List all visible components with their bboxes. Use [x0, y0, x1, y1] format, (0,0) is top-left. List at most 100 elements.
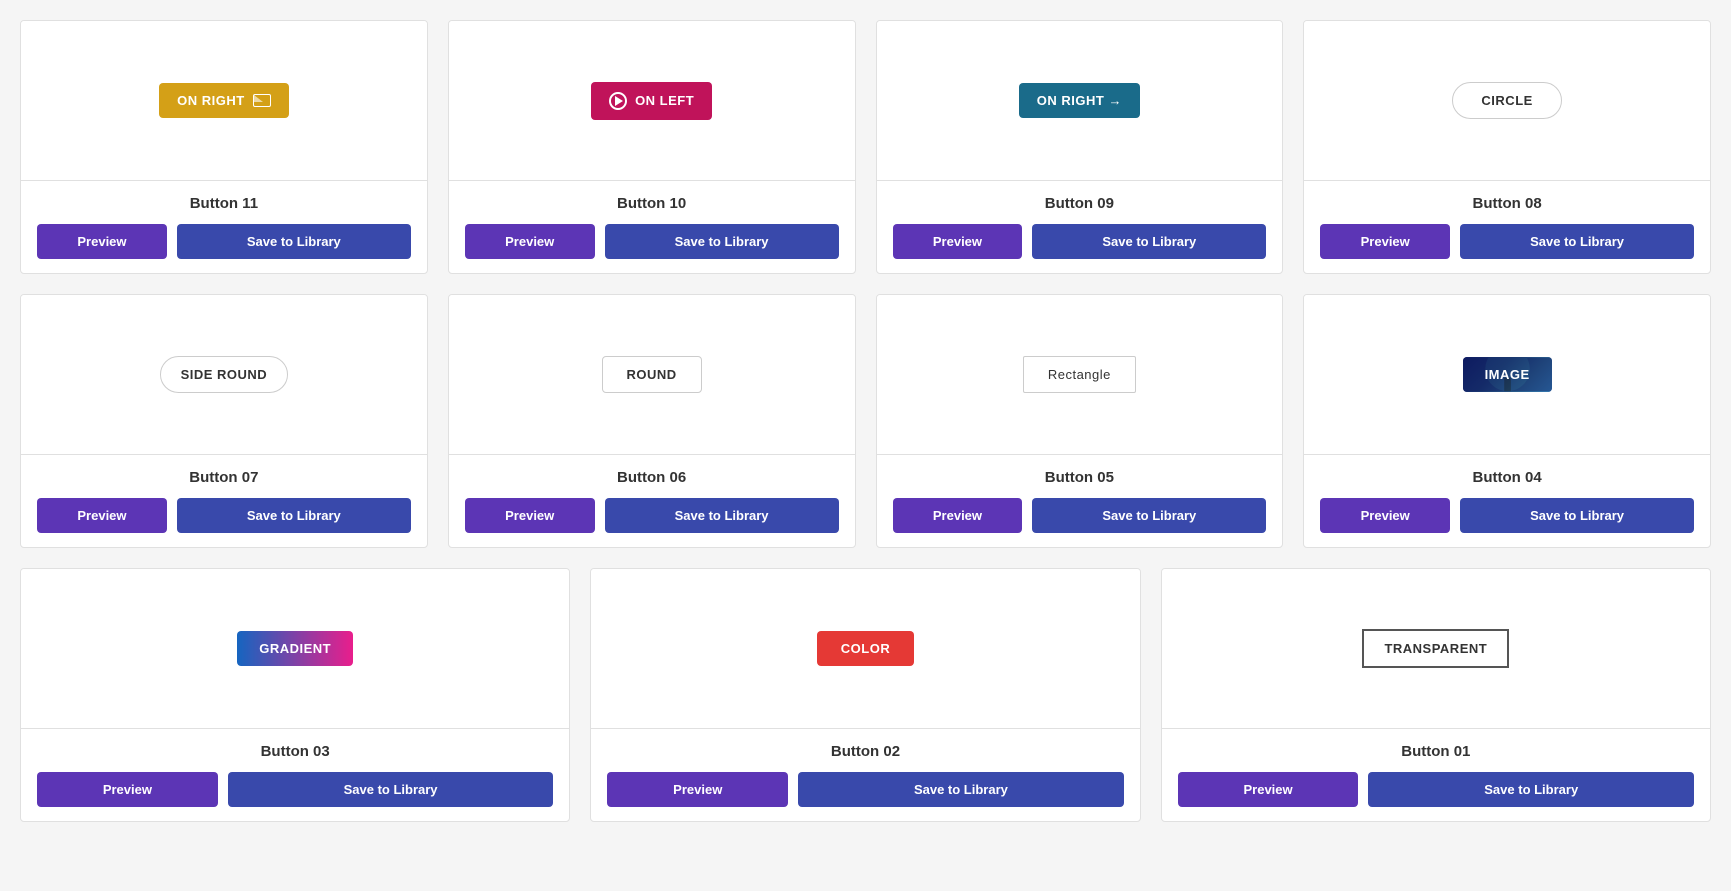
preview-btn07: SIDE ROUND	[21, 295, 427, 455]
card-footer-btn04: Button 04 Preview Save to Library	[1304, 455, 1710, 547]
transparent-label: TRANSPARENT	[1384, 641, 1487, 656]
on-left-label: ON LEFT	[635, 93, 694, 108]
save-button-btn10[interactable]: Save to Library	[605, 224, 839, 259]
card-btn08: CIRCLE Button 08 Preview Save to Library	[1303, 20, 1711, 274]
demo-button-round: ROUND	[602, 356, 702, 393]
card-title-btn09: Button 09	[893, 195, 1267, 212]
card-footer-btn02: Button 02 Preview Save to Library	[591, 729, 1139, 821]
card-footer-btn03: Button 03 Preview Save to Library	[21, 729, 569, 821]
play-circle-icon	[609, 92, 627, 110]
row3: GRADIENT Button 03 Preview Save to Libra…	[20, 568, 1711, 822]
demo-button-side-round: SIDE ROUND	[160, 356, 289, 393]
demo-button-transparent: TRANSPARENT	[1362, 629, 1509, 668]
preview-btn01: TRANSPARENT	[1162, 569, 1710, 729]
on-right-label: ON RIGHT	[177, 93, 245, 108]
card-actions-btn07: Preview Save to Library	[37, 498, 411, 533]
card-actions-btn09: Preview Save to Library	[893, 224, 1267, 259]
save-button-btn03[interactable]: Save to Library	[228, 772, 554, 807]
card-title-btn02: Button 02	[607, 743, 1123, 760]
side-round-label: SIDE ROUND	[181, 367, 268, 382]
preview-button-btn03[interactable]: Preview	[37, 772, 218, 807]
preview-button-btn04[interactable]: Preview	[1320, 498, 1450, 533]
preview-btn06: ROUND	[449, 295, 855, 455]
save-button-btn11[interactable]: Save to Library	[177, 224, 411, 259]
demo-button-on-right: ON RIGHT	[159, 83, 289, 118]
preview-btn08: CIRCLE	[1304, 21, 1710, 181]
save-button-btn09[interactable]: Save to Library	[1032, 224, 1266, 259]
card-actions-btn08: Preview Save to Library	[1320, 224, 1694, 259]
preview-button-btn10[interactable]: Preview	[465, 224, 595, 259]
envelope-icon	[253, 94, 271, 107]
preview-button-btn02[interactable]: Preview	[607, 772, 788, 807]
card-btn04: IMAGE Button 04 Preview Save to Library	[1303, 294, 1711, 548]
preview-btn02: COLOR	[591, 569, 1139, 729]
demo-button-image: IMAGE	[1463, 357, 1552, 392]
on-right-arrow-label: ON RIGHT →	[1037, 93, 1122, 108]
card-actions-btn05: Preview Save to Library	[893, 498, 1267, 533]
card-title-btn01: Button 01	[1178, 743, 1694, 760]
preview-button-btn01[interactable]: Preview	[1178, 772, 1359, 807]
preview-button-btn07[interactable]: Preview	[37, 498, 167, 533]
card-title-btn08: Button 08	[1320, 195, 1694, 212]
card-actions-btn11: Preview Save to Library	[37, 224, 411, 259]
save-button-btn05[interactable]: Save to Library	[1032, 498, 1266, 533]
card-title-btn04: Button 04	[1320, 469, 1694, 486]
card-actions-btn10: Preview Save to Library	[465, 224, 839, 259]
demo-button-on-left: ON LEFT	[591, 82, 712, 120]
card-title-btn10: Button 10	[465, 195, 839, 212]
demo-button-rectangle: Rectangle	[1023, 356, 1136, 393]
card-btn11: ON RIGHT Button 11 Preview Save to Libra…	[20, 20, 428, 274]
save-button-btn02[interactable]: Save to Library	[798, 772, 1124, 807]
card-btn06: ROUND Button 06 Preview Save to Library	[448, 294, 856, 548]
save-button-btn08[interactable]: Save to Library	[1460, 224, 1694, 259]
color-label: COLOR	[841, 641, 890, 656]
card-title-btn11: Button 11	[37, 195, 411, 212]
preview-button-btn06[interactable]: Preview	[465, 498, 595, 533]
save-button-btn01[interactable]: Save to Library	[1368, 772, 1694, 807]
demo-button-gradient: GRADIENT	[237, 631, 353, 666]
preview-btn03: GRADIENT	[21, 569, 569, 729]
play-triangle	[615, 96, 623, 106]
save-button-btn04[interactable]: Save to Library	[1460, 498, 1694, 533]
card-footer-btn10: Button 10 Preview Save to Library	[449, 181, 855, 273]
card-footer-btn05: Button 05 Preview Save to Library	[877, 455, 1283, 547]
card-title-btn07: Button 07	[37, 469, 411, 486]
card-actions-btn02: Preview Save to Library	[607, 772, 1123, 807]
card-title-btn06: Button 06	[465, 469, 839, 486]
demo-button-circle: CIRCLE	[1452, 82, 1561, 119]
rectangle-label: Rectangle	[1048, 367, 1111, 382]
card-footer-btn07: Button 07 Preview Save to Library	[21, 455, 427, 547]
card-btn03: GRADIENT Button 03 Preview Save to Libra…	[20, 568, 570, 822]
preview-button-btn08[interactable]: Preview	[1320, 224, 1450, 259]
save-button-btn07[interactable]: Save to Library	[177, 498, 411, 533]
card-footer-btn09: Button 09 Preview Save to Library	[877, 181, 1283, 273]
card-footer-btn11: Button 11 Preview Save to Library	[21, 181, 427, 273]
card-title-btn03: Button 03	[37, 743, 553, 760]
card-actions-btn04: Preview Save to Library	[1320, 498, 1694, 533]
preview-btn05: Rectangle	[877, 295, 1283, 455]
card-btn07: SIDE ROUND Button 07 Preview Save to Lib…	[20, 294, 428, 548]
card-btn01: TRANSPARENT Button 01 Preview Save to Li…	[1161, 568, 1711, 822]
save-button-btn06[interactable]: Save to Library	[605, 498, 839, 533]
card-footer-btn08: Button 08 Preview Save to Library	[1304, 181, 1710, 273]
gradient-label: GRADIENT	[259, 641, 331, 656]
preview-button-btn11[interactable]: Preview	[37, 224, 167, 259]
card-btn09: ON RIGHT → Button 09 Preview Save to Lib…	[876, 20, 1284, 274]
card-actions-btn01: Preview Save to Library	[1178, 772, 1694, 807]
card-btn05: Rectangle Button 05 Preview Save to Libr…	[876, 294, 1284, 548]
demo-button-color: COLOR	[817, 631, 914, 666]
card-actions-btn06: Preview Save to Library	[465, 498, 839, 533]
preview-btn04: IMAGE	[1304, 295, 1710, 455]
preview-btn10: ON LEFT	[449, 21, 855, 181]
demo-button-on-right-arrow: ON RIGHT →	[1019, 83, 1140, 118]
card-title-btn05: Button 05	[893, 469, 1267, 486]
round-label: ROUND	[627, 367, 677, 382]
card-actions-btn03: Preview Save to Library	[37, 772, 553, 807]
card-footer-btn06: Button 06 Preview Save to Library	[449, 455, 855, 547]
circle-label: CIRCLE	[1481, 93, 1532, 108]
preview-button-btn05[interactable]: Preview	[893, 498, 1023, 533]
preview-button-btn09[interactable]: Preview	[893, 224, 1023, 259]
preview-btn11: ON RIGHT	[21, 21, 427, 181]
image-label: IMAGE	[1485, 367, 1530, 382]
preview-btn09: ON RIGHT →	[877, 21, 1283, 181]
